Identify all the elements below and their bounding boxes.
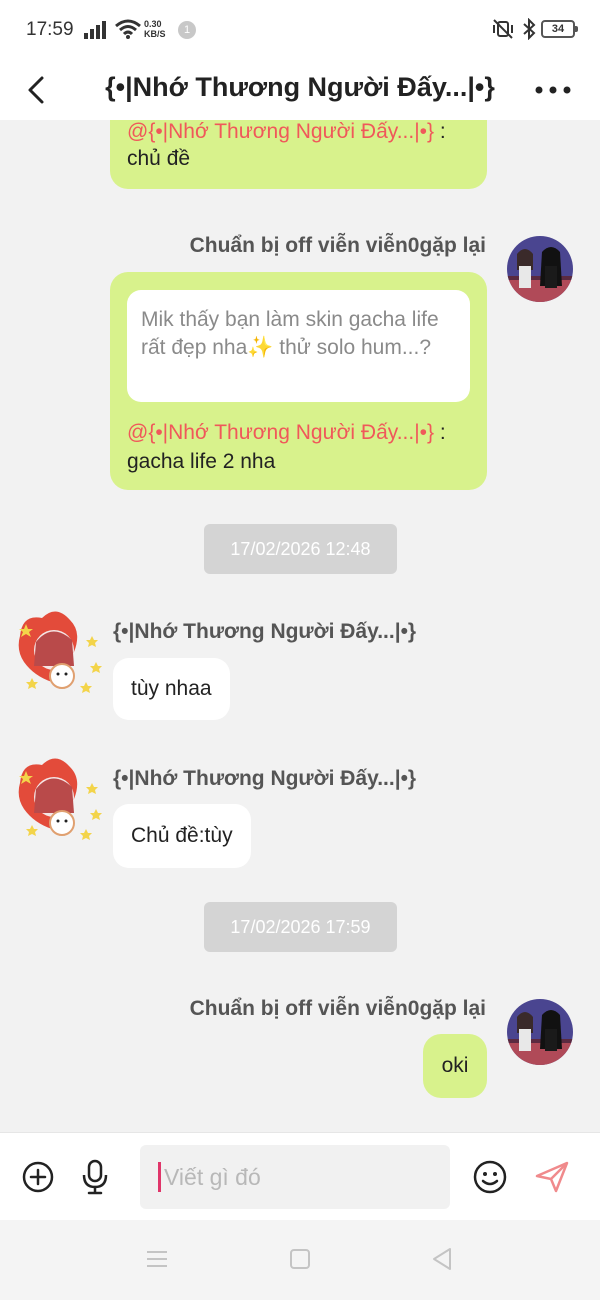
microphone-icon[interactable]: [80, 1159, 110, 1195]
timestamp: 17/02/2026 17:59: [204, 902, 397, 952]
message-input[interactable]: [164, 1145, 444, 1209]
message-bubble-other[interactable]: Chủ đề:tùy: [113, 804, 251, 868]
system-navigation-bar: [0, 1220, 600, 1300]
chat-area[interactable]: @{•|Nhớ Thương Người Đấy...|•} : chủ đề …: [0, 120, 600, 1132]
message-text: oki: [441, 1054, 469, 1077]
wifi-icon: [115, 19, 141, 39]
nav-back-icon[interactable]: [431, 1247, 453, 1271]
status-bar: 17:59 0.30 KB/S 1 34: [0, 0, 600, 60]
message-input-field[interactable]: [140, 1145, 450, 1209]
emoji-icon[interactable]: [473, 1160, 507, 1194]
avatar[interactable]: [12, 606, 106, 700]
signal-icon: [84, 21, 106, 39]
message-bubble-own[interactable]: Mik thấy bạn làm skin gacha life rất đẹp…: [110, 272, 487, 490]
back-icon[interactable]: [22, 70, 52, 110]
nav-home-icon[interactable]: [289, 1248, 311, 1270]
network-speed: 0.30 KB/S: [144, 19, 166, 39]
message-bubble-own[interactable]: @{•|Nhớ Thương Người Đấy...|•} : chủ đề: [110, 120, 487, 189]
notification-badge: 1: [178, 21, 196, 39]
text-cursor: [158, 1162, 161, 1192]
message-input-bar: [0, 1132, 600, 1220]
message-mention[interactable]: @{•|Nhớ Thương Người Đấy...|•}: [127, 120, 434, 143]
sender-name: {•|Nhớ Thương Người Đấy...|•}: [113, 767, 417, 790]
more-icon[interactable]: [533, 80, 573, 100]
avatar[interactable]: [12, 753, 106, 847]
message-text: chủ đề: [127, 147, 191, 170]
avatar[interactable]: [507, 236, 573, 302]
nav-menu-icon[interactable]: [146, 1249, 168, 1269]
battery-indicator: 34: [541, 20, 578, 38]
avatar[interactable]: [507, 999, 573, 1065]
message-bubble-own[interactable]: oki: [423, 1034, 487, 1098]
sender-name: Chuẩn bị off viễn viễn0gặp lại: [189, 997, 486, 1020]
sender-name: Chuẩn bị off viễn viễn0gặp lại: [189, 234, 486, 257]
chat-title: {•|Nhớ Thương Người Đấy...|•}: [105, 72, 495, 102]
plus-circle-icon[interactable]: [22, 1161, 54, 1193]
mention-suffix: :: [434, 120, 446, 143]
mention-suffix: :: [434, 421, 446, 444]
network-speed-value: 0.30: [144, 19, 162, 29]
status-time: 17:59: [26, 19, 74, 40]
message-text: gacha life 2 nha: [127, 450, 276, 473]
send-icon[interactable]: [534, 1160, 570, 1194]
quoted-message[interactable]: Mik thấy bạn làm skin gacha life rất đẹp…: [127, 290, 470, 402]
timestamp: 17/02/2026 12:48: [204, 524, 397, 574]
message-bubble-other[interactable]: tùy nhaa: [113, 658, 230, 720]
message-mention[interactable]: @{•|Nhớ Thương Người Đấy...|•}: [127, 421, 434, 444]
chat-header: {•|Nhớ Thương Người Đấy...|•}: [0, 60, 600, 120]
vibrate-off-icon: [493, 19, 513, 39]
bluetooth-icon: [523, 18, 536, 40]
network-speed-unit: KB/S: [144, 29, 166, 39]
sender-name: {•|Nhớ Thương Người Đấy...|•}: [113, 620, 417, 643]
